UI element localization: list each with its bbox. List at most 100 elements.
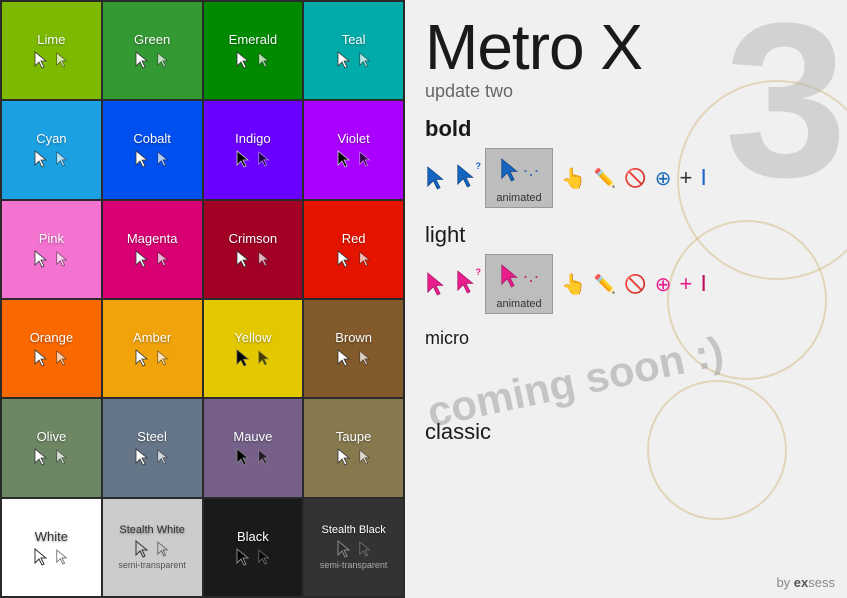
cursor-normal-icon xyxy=(134,448,150,466)
cursor-normal-icon xyxy=(235,448,251,466)
cursor-select-icon xyxy=(55,350,69,366)
right-panel: 3 Metro X update two bold ? ·.· animated… xyxy=(405,0,847,598)
tile-stealth-black[interactable]: Stealth Black semi-transparent xyxy=(304,499,403,596)
tile-orange[interactable]: Orange xyxy=(2,300,101,397)
tile-green-label: Green xyxy=(134,32,170,47)
app-title-text: Metro X xyxy=(425,11,642,83)
cursor-normal-icon xyxy=(235,250,251,268)
cursor-normal-icon xyxy=(336,448,352,466)
cursor-normal-icon xyxy=(235,150,251,168)
semi-transparent-label: semi-transparent xyxy=(118,560,186,570)
light-cursor-beam-icon: Ⅰ xyxy=(700,271,707,297)
cursor-normal-icon xyxy=(235,349,251,367)
tile-white[interactable]: White xyxy=(2,499,101,596)
tile-pink-label: Pink xyxy=(39,231,64,246)
cursor-select-icon xyxy=(257,151,271,167)
section-light: light xyxy=(425,222,827,248)
tile-lime-label: Lime xyxy=(37,32,65,47)
tile-taupe[interactable]: Taupe xyxy=(304,399,403,496)
tile-magenta-label: Magenta xyxy=(127,231,178,246)
tile-brown-label: Brown xyxy=(335,330,372,345)
cursor-normal-icon xyxy=(336,51,352,69)
tile-red[interactable]: Red xyxy=(304,201,403,298)
credit-bold: ex xyxy=(794,575,808,590)
cursor-select-icon xyxy=(55,549,69,565)
bold-cursor-beam-icon: Ⅰ xyxy=(700,165,707,191)
cursor-normal-icon xyxy=(134,51,150,69)
tile-mauve[interactable]: Mauve xyxy=(204,399,303,496)
tile-brown[interactable]: Brown xyxy=(304,300,403,397)
cursor-select-icon xyxy=(55,52,69,68)
tile-pink[interactable]: Pink xyxy=(2,201,101,298)
semi-transparent-label2: semi-transparent xyxy=(320,560,388,570)
cursor-select-icon xyxy=(358,449,372,465)
tile-steel-label: Steel xyxy=(137,429,167,444)
cursor-select-icon xyxy=(257,251,271,267)
cursor-normal-icon xyxy=(33,349,49,367)
tile-black[interactable]: Black xyxy=(204,499,303,596)
tile-olive[interactable]: Olive xyxy=(2,399,101,496)
cursor-select-icon xyxy=(358,541,372,557)
app-title: Metro X xyxy=(425,15,827,79)
bold-cursor-cross-icon: + xyxy=(680,165,693,191)
cursor-normal-icon xyxy=(134,150,150,168)
cursor-select-icon xyxy=(257,52,271,68)
tile-stealth-white-label: Stealth White xyxy=(119,524,184,536)
tile-mauve-label: Mauve xyxy=(233,429,272,444)
tile-violet[interactable]: Violet xyxy=(304,101,403,198)
cursor-normal-icon xyxy=(134,540,150,558)
light-animated-preview-box: ·.· animated xyxy=(485,254,553,314)
cursor-select-icon xyxy=(257,449,271,465)
tile-indigo-label: Indigo xyxy=(235,131,270,146)
tile-yellow-label: Yellow xyxy=(234,330,271,345)
tile-stealth-black-label: Stealth Black xyxy=(322,524,386,536)
bold-cursor-pencil-icon: ✏️ xyxy=(594,168,616,189)
light-cursor-cross-icon: + xyxy=(680,271,693,297)
cursor-select-icon xyxy=(55,251,69,267)
cursor-select-icon xyxy=(257,350,271,366)
tile-stealth-white[interactable]: Stealth White semi-transparent xyxy=(103,499,202,596)
tile-olive-label: Olive xyxy=(37,429,67,444)
tile-teal-label: Teal xyxy=(342,32,366,47)
cursor-normal-icon xyxy=(336,349,352,367)
tile-white-label: White xyxy=(35,529,68,544)
tile-cobalt[interactable]: Cobalt xyxy=(103,101,202,198)
cursor-normal-icon xyxy=(336,250,352,268)
cursor-normal-icon xyxy=(336,540,352,558)
section-classic: classic xyxy=(425,419,827,445)
cursor-select-icon xyxy=(358,350,372,366)
cursor-normal-icon xyxy=(33,250,49,268)
tile-teal[interactable]: Teal xyxy=(304,2,403,99)
app-subtitle: update two xyxy=(425,81,827,102)
tile-steel[interactable]: Steel xyxy=(103,399,202,496)
tile-emerald[interactable]: Emerald xyxy=(204,2,303,99)
cursor-select-icon xyxy=(156,151,170,167)
light-cursor-help-icon: ? xyxy=(455,269,477,300)
cursor-normal-icon xyxy=(33,548,49,566)
cursor-select-icon xyxy=(358,251,372,267)
tile-yellow[interactable]: Yellow xyxy=(204,300,303,397)
tile-cyan[interactable]: Cyan xyxy=(2,101,101,198)
tile-red-label: Red xyxy=(342,231,366,246)
tile-magenta[interactable]: Magenta xyxy=(103,201,202,298)
animated-label: animated xyxy=(496,192,541,204)
tile-green[interactable]: Green xyxy=(103,2,202,99)
cursor-normal-icon xyxy=(235,548,251,566)
cursor-select-icon xyxy=(156,449,170,465)
cursor-normal-icon xyxy=(134,349,150,367)
light-cursor-normal-icon xyxy=(425,271,447,297)
credit-rest: sess xyxy=(808,575,835,590)
light-animated-label: animated xyxy=(496,298,541,310)
tile-crimson[interactable]: Crimson xyxy=(204,201,303,298)
light-cursor-no-icon: 🚫 xyxy=(624,274,646,295)
cursor-select-icon xyxy=(257,549,271,565)
tile-lime[interactable]: Lime xyxy=(2,2,101,99)
cursor-select-icon xyxy=(358,151,372,167)
cursor-select-icon xyxy=(55,151,69,167)
light-cursor-move-icon: ⊕ xyxy=(655,272,672,297)
tile-indigo[interactable]: Indigo xyxy=(204,101,303,198)
title-area: Metro X update two xyxy=(425,15,827,102)
tile-amber[interactable]: Amber xyxy=(103,300,202,397)
cursor-select-icon xyxy=(55,449,69,465)
light-cursor-row: ? ·.· animated 👆 ✏️ 🚫 ⊕ + Ⅰ xyxy=(425,254,827,314)
